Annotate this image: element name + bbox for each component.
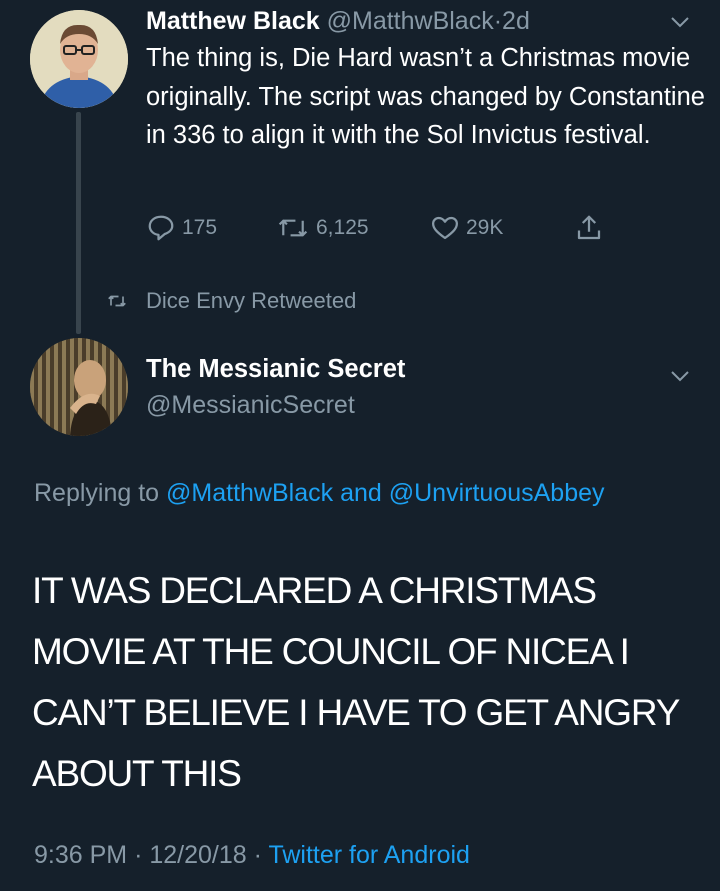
replying-to: Replying to @MatthwBlack and @Unvirtuous… bbox=[34, 474, 674, 512]
tweet2-date[interactable]: 12/20/18 bbox=[149, 841, 246, 869]
messianic-secret-avatar[interactable] bbox=[30, 338, 128, 436]
meta-dot: · bbox=[253, 841, 262, 869]
tweet2-time[interactable]: 9:36 PM bbox=[34, 841, 127, 869]
share-icon bbox=[577, 215, 601, 240]
tweet1-dot: · bbox=[493, 7, 503, 35]
like-icon bbox=[432, 216, 458, 240]
retweet-count: 6,125 bbox=[316, 216, 369, 239]
tweet1-header: Matthew Black @MatthwBlack·2d bbox=[146, 4, 530, 38]
replying-user-link[interactable]: @UnvirtuousAbbey bbox=[389, 479, 605, 507]
tweet2-source-link[interactable]: Twitter for Android bbox=[268, 841, 469, 869]
tweet1-action-bar: 175 6,125 29K bbox=[146, 208, 626, 248]
tweet2-meta: 9:36 PM · 12/20/18 · Twitter for Android bbox=[34, 838, 470, 872]
avatar-portrait-icon bbox=[30, 10, 128, 108]
tweet1-time[interactable]: 2d bbox=[502, 7, 530, 35]
tweet2-text: IT WAS DECLARED A CHRISTMAS MOVIE AT THE… bbox=[32, 570, 680, 794]
like-count: 29K bbox=[466, 216, 504, 239]
reply-count: 175 bbox=[182, 216, 218, 239]
tweet2-author-handle[interactable]: @MessianicSecret bbox=[146, 388, 355, 422]
replying-and: and bbox=[340, 479, 382, 507]
reply-button[interactable]: 175 bbox=[146, 208, 217, 248]
tweet1-text: The thing is, Die Hard wasn’t a Christma… bbox=[146, 44, 705, 149]
retweet-notice: Dice Envy Retweeted bbox=[106, 284, 356, 318]
retweeted-icon bbox=[108, 295, 126, 307]
tweet2-author-name[interactable]: The Messianic Secret bbox=[146, 352, 405, 386]
tweet1-author-name[interactable]: Matthew Black bbox=[146, 7, 320, 35]
retweet-icon bbox=[278, 219, 308, 237]
replying-prefix: Replying to bbox=[34, 479, 160, 507]
chevron-down-icon[interactable] bbox=[668, 10, 692, 34]
avatar-painting-icon bbox=[30, 338, 128, 436]
chevron-down-icon[interactable] bbox=[668, 364, 692, 388]
reply-icon bbox=[148, 215, 174, 241]
retweet-button[interactable]: 6,125 bbox=[276, 208, 369, 248]
like-button[interactable]: 29K bbox=[430, 208, 503, 248]
replying-user-link[interactable]: @MatthwBlack bbox=[166, 479, 333, 507]
share-button[interactable] bbox=[574, 208, 610, 248]
retweet-notice-text[interactable]: Dice Envy Retweeted bbox=[146, 288, 356, 314]
matthew-black-avatar[interactable] bbox=[30, 10, 128, 108]
tweet1-author-handle[interactable]: @MatthwBlack bbox=[327, 7, 494, 35]
thread-line bbox=[76, 112, 81, 334]
meta-dot: · bbox=[134, 841, 143, 869]
